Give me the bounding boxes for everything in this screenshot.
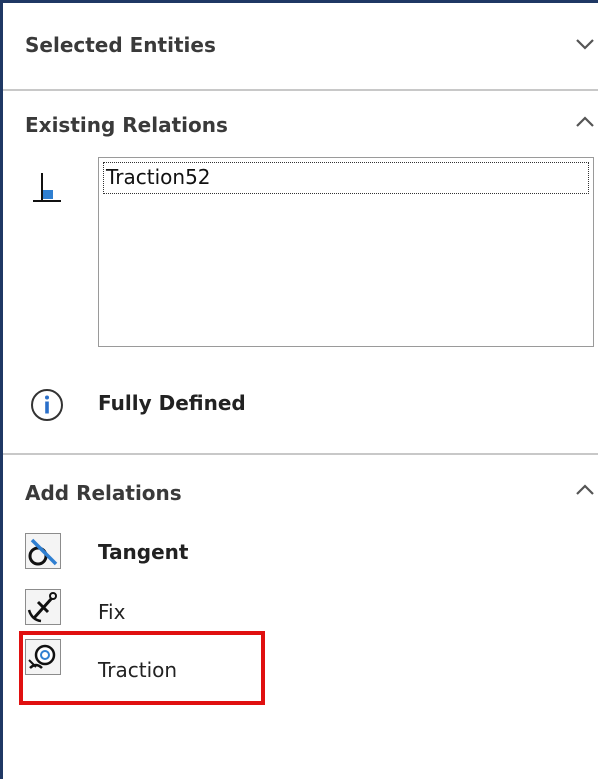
highlight-box [19,631,265,705]
fix-label[interactable]: Fix [98,600,125,624]
selected-entities-header[interactable]: Selected Entities [3,3,598,83]
fixed-relation-icon [33,173,61,202]
selected-entities-title: Selected Entities [25,33,216,57]
add-relations-title: Add Relations [25,481,182,505]
chevron-up-icon[interactable] [575,483,595,497]
add-relations-header[interactable]: Add Relations [3,455,598,535]
property-manager-panel: Selected Entities Existing Relations Tra… [0,0,598,779]
fix-anchor-icon [27,592,57,623]
status-text: Fully Defined [98,391,246,415]
existing-relations-title: Existing Relations [25,113,228,137]
tangent-icon [28,538,58,566]
tangent-label[interactable]: Tangent [98,540,188,564]
tangent-button[interactable] [25,533,61,569]
chevron-up-icon[interactable] [575,115,595,129]
info-icon [31,389,63,421]
relation-item-traction52[interactable]: Traction52 [103,162,589,194]
existing-relations-list[interactable]: Traction52 [98,157,594,347]
fix-button[interactable] [25,589,61,625]
chevron-down-icon[interactable] [575,37,595,51]
